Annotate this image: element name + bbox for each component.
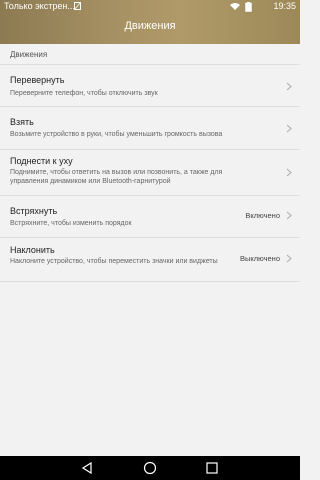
battery-icon	[245, 2, 252, 12]
back-icon[interactable]	[80, 461, 94, 475]
sim-icon	[74, 2, 81, 10]
chevron-right-icon	[286, 211, 292, 220]
setting-label: Встряхнуть	[10, 206, 58, 216]
chevron-right-icon	[286, 254, 292, 263]
wifi-icon	[230, 3, 240, 10]
carrier-text: Только экстрен...	[4, 1, 75, 11]
section-header: Движения	[0, 44, 300, 65]
chevron-right-icon	[286, 82, 292, 91]
setting-value: Включено	[245, 211, 280, 220]
setting-description: Переверните телефон, чтобы отключить зву…	[10, 90, 158, 97]
recents-icon[interactable]	[205, 461, 219, 475]
setting-pick-up[interactable]: Взять Возьмите устройство в руки, чтобы …	[0, 107, 300, 150]
setting-description: Возьмите устройство в руки, чтобы уменьш…	[10, 131, 223, 138]
section-title: Движения	[10, 50, 48, 59]
setting-flip[interactable]: Перевернуть Переверните телефон, чтобы о…	[0, 65, 300, 107]
chevron-right-icon	[286, 168, 292, 177]
setting-value: Выключено	[240, 254, 280, 263]
setting-raise-to-ear[interactable]: Поднести к уху Поднимите, чтобы ответить…	[0, 150, 300, 196]
settings-list: Движения Перевернуть Переверните телефон…	[0, 44, 300, 456]
setting-tilt[interactable]: Наклонить Наклоните устройство, чтобы пе…	[0, 238, 300, 282]
setting-description: Наклоните устройство, чтобы переместить …	[10, 258, 218, 265]
setting-description: Поднимите, чтобы ответить на вызов или п…	[10, 169, 223, 185]
setting-description: Встряхните, чтобы изменить порядок	[10, 220, 132, 227]
setting-label: Перевернуть	[10, 75, 65, 85]
setting-label: Взять	[10, 117, 34, 127]
chevron-right-icon	[286, 124, 292, 133]
home-icon[interactable]	[143, 461, 157, 475]
setting-label: Наклонить	[10, 245, 55, 255]
navigation-bar	[0, 456, 300, 480]
page-title: Движения	[124, 20, 176, 32]
clock: 19:35	[273, 1, 296, 11]
status-bar: Только экстрен... 19:35	[0, 0, 300, 15]
setting-shake[interactable]: Встряхнуть Встряхните, чтобы изменить по…	[0, 196, 300, 238]
setting-label: Поднести к уху	[10, 156, 73, 166]
top-bar: Только экстрен... 19:35 Движения	[0, 0, 300, 44]
